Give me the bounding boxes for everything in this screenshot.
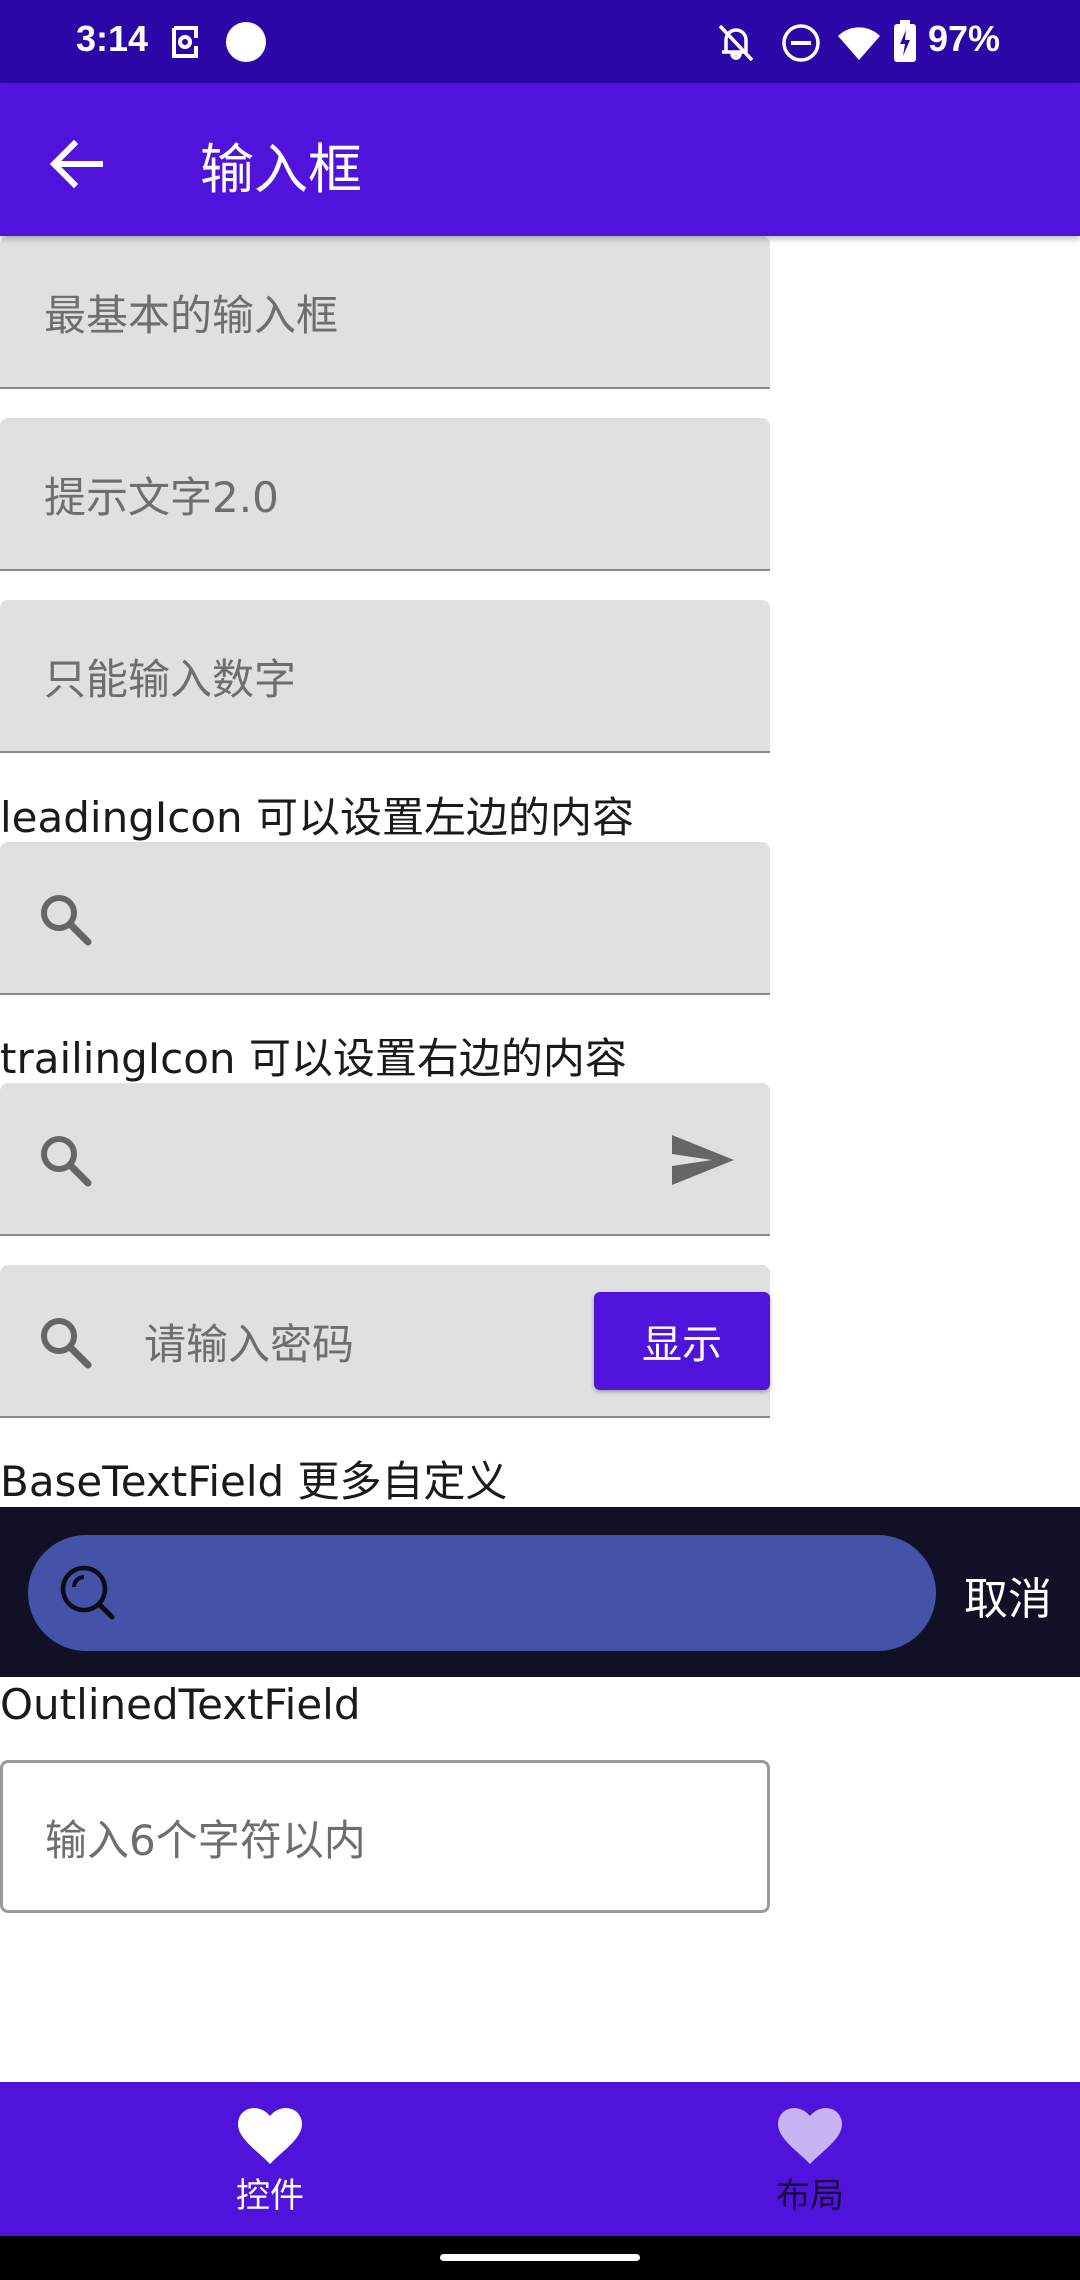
- app-bar: 输入框: [0, 83, 1080, 236]
- notification-app-icon: [172, 26, 198, 58]
- search-icon: [41, 1318, 92, 1369]
- battery-percentage: 97%: [928, 18, 1001, 59]
- bell-off-icon: [718, 24, 754, 62]
- nav-item-layout[interactable]: 布局: [540, 2082, 1080, 2236]
- base-text-field-label: BaseTextField 更多自定义: [0, 1457, 508, 1506]
- trailing-icon-label: trailingIcon 可以设置右边的内容: [0, 1034, 627, 1083]
- cancel-button[interactable]: 取消: [964, 1563, 1052, 1627]
- page-title: 输入框: [200, 138, 362, 201]
- outlined-text-field[interactable]: 输入6个字符以内: [0, 1760, 770, 1913]
- back-button[interactable]: [40, 128, 112, 200]
- nav-label-controls: 控件: [236, 2176, 304, 2216]
- number-field-placeholder: 只能输入数字: [44, 655, 297, 704]
- battery-icon: [894, 20, 916, 62]
- hint-field-placeholder: 提示文字2.0: [44, 473, 279, 522]
- heart-icon: [238, 2108, 302, 2164]
- hint-text-field[interactable]: 提示文字2.0: [0, 418, 770, 571]
- nav-label-layout: 布局: [776, 2176, 844, 2216]
- bottom-navigation: 控件 布局: [0, 2082, 1080, 2236]
- outlined-field-placeholder: 输入6个字符以内: [45, 1816, 366, 1865]
- search-icon: [60, 1565, 115, 1620]
- nav-item-controls[interactable]: 控件: [0, 2082, 540, 2236]
- password-text-field[interactable]: 请输入密码 显示: [0, 1265, 770, 1418]
- wifi-icon: [838, 27, 880, 60]
- status-time: 3:14: [76, 18, 149, 59]
- basic-field-placeholder: 最基本的输入框: [44, 291, 339, 340]
- leading-icon-text-field[interactable]: [0, 842, 770, 995]
- send-icon[interactable]: [670, 1131, 736, 1189]
- dot-icon: [226, 22, 266, 62]
- search-icon: [41, 1136, 92, 1187]
- custom-search-input[interactable]: [28, 1535, 936, 1651]
- status-bar: 3:14 97%: [0, 0, 1080, 83]
- trailing-icon-text-field[interactable]: [0, 1083, 770, 1236]
- outlined-text-field-label: OutlinedTextField: [0, 1680, 361, 1729]
- custom-search-bar: 取消: [0, 1507, 1080, 1677]
- search-icon: [41, 895, 92, 946]
- show-password-button[interactable]: 显示: [594, 1292, 770, 1390]
- gesture-navigation-area: [0, 2236, 1080, 2280]
- number-text-field[interactable]: 只能输入数字: [0, 600, 770, 753]
- leading-icon-label: leadingIcon 可以设置左边的内容: [0, 793, 634, 842]
- do-not-disturb-icon: [782, 24, 820, 62]
- password-placeholder: 请输入密码: [144, 1320, 355, 1369]
- basic-text-field[interactable]: 最基本的输入框: [0, 236, 770, 389]
- heart-icon: [778, 2108, 842, 2164]
- arrow-back-icon: [49, 139, 103, 189]
- home-gesture-handle[interactable]: [440, 2254, 640, 2261]
